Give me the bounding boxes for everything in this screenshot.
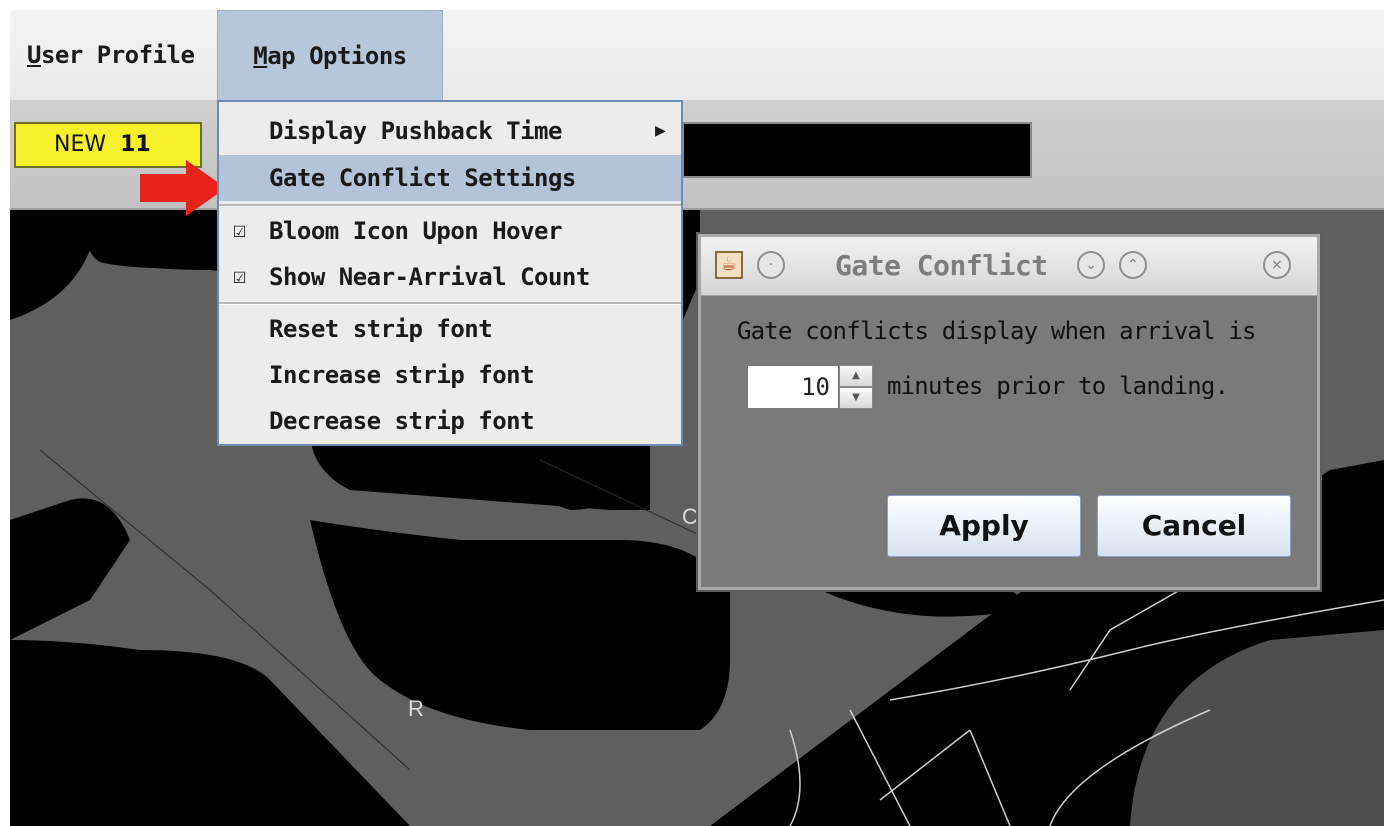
spinner-up-icon[interactable]: ▲ — [839, 365, 873, 387]
maximize-icon[interactable]: ⌃ — [1119, 251, 1147, 279]
menu-item-label: Decrease strip font — [269, 407, 535, 435]
app-window: User Profile Map Options NEW 11 R C Disp… — [10, 10, 1384, 826]
dialog-message: Gate conflicts display when arrival is — [737, 317, 1256, 345]
menu-item-decrease-strip-font[interactable]: Decrease strip font — [219, 398, 681, 444]
menu-item-label: Bloom Icon Upon Hover — [269, 217, 562, 245]
java-icon: ☕ — [715, 251, 743, 279]
checkbox-checked-icon: ☑ — [233, 264, 246, 289]
menu-item-display-pushback-time[interactable]: Display Pushback Time ▶ — [219, 108, 681, 154]
menu-item-label: Reset strip font — [269, 315, 493, 343]
menu-label: ap Options — [267, 42, 407, 70]
menu-map-options[interactable]: Map Options — [217, 10, 443, 102]
close-icon[interactable]: × — [1263, 251, 1291, 279]
menu-user-profile[interactable]: User Profile — [27, 10, 207, 100]
pin-icon[interactable]: · — [757, 251, 785, 279]
menu-item-gate-conflict-settings[interactable]: Gate Conflict Settings — [219, 155, 681, 201]
mnemonic: M — [253, 42, 268, 70]
menu-item-label: Increase strip font — [269, 361, 535, 389]
menu-label: ser Profile — [40, 41, 195, 69]
map-label-r: R — [408, 696, 424, 721]
apply-button[interactable]: Apply — [887, 495, 1081, 557]
checkbox-checked-icon: ☑ — [233, 218, 246, 243]
menu-item-reset-strip-font[interactable]: Reset strip font — [219, 306, 681, 352]
dialog-title: Gate Conflict — [835, 249, 1048, 282]
gate-conflict-dialog: ☕ · Gate Conflict ⌄ ⌃ × Gate conflicts d… — [698, 234, 1320, 590]
menu-item-show-near-arrival-count[interactable]: ☑ Show Near-Arrival Count — [219, 254, 681, 300]
map-options-dropdown: Display Pushback Time ▶ Gate Conflict Se… — [217, 100, 683, 446]
minutes-input[interactable] — [747, 365, 839, 409]
triangle-right-icon: ▶ — [655, 120, 666, 141]
menu-separator — [219, 204, 681, 207]
menu-item-bloom-icon-upon-hover[interactable]: ☑ Bloom Icon Upon Hover — [219, 208, 681, 254]
menu-item-label: Display Pushback Time — [269, 117, 562, 145]
mnemonic: U — [27, 41, 41, 69]
badge-count: 11 — [120, 132, 151, 157]
menu-separator — [219, 302, 681, 305]
cancel-button[interactable]: Cancel — [1097, 495, 1291, 557]
menu-item-label: Gate Conflict Settings — [269, 164, 576, 192]
menu-item-label: Show Near-Arrival Count — [269, 263, 590, 291]
dialog-titlebar[interactable]: ☕ · Gate Conflict ⌄ ⌃ × — [701, 237, 1317, 296]
map-label-c: C — [682, 504, 698, 529]
spinner-down-icon[interactable]: ▼ — [839, 387, 873, 409]
minimize-icon[interactable]: ⌄ — [1077, 251, 1105, 279]
dialog-message-suffix: minutes prior to landing. — [887, 372, 1229, 400]
menu-item-increase-strip-font[interactable]: Increase strip font — [219, 352, 681, 398]
badge-label: NEW — [54, 132, 107, 157]
flight-strip-field[interactable] — [682, 122, 1032, 178]
menu-bar: User Profile Map Options — [10, 10, 1384, 102]
minutes-spinner[interactable]: ▲ ▼ — [747, 365, 877, 413]
